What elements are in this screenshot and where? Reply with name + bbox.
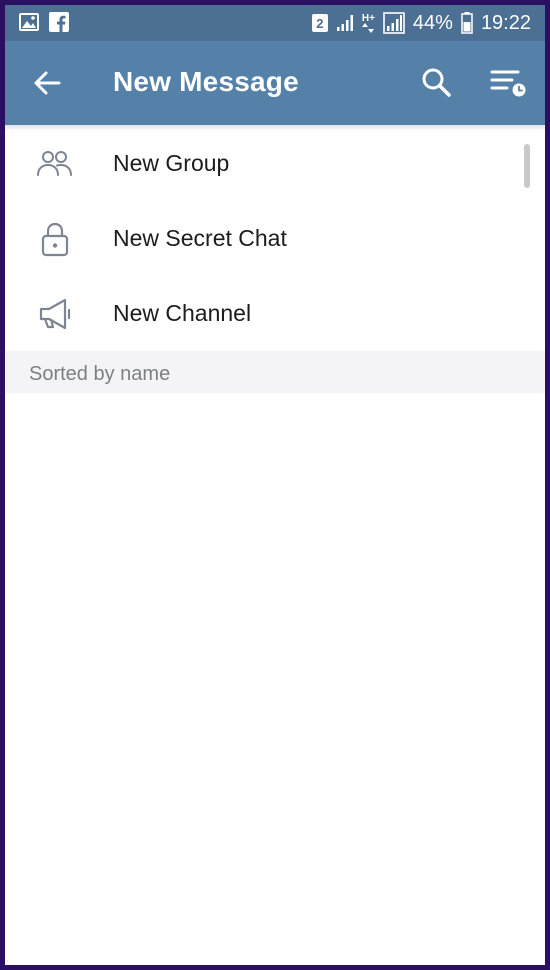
status-bar: 2 H+ 44% 19:22 [5, 5, 545, 41]
notification-icons [19, 12, 69, 32]
contacts-section-header: Sorted by name [5, 351, 545, 393]
search-icon[interactable] [419, 65, 453, 99]
menu-item-new-group[interactable]: New Group [5, 125, 545, 200]
clock: 19:22 [480, 11, 531, 34]
battery-percent: 44% [412, 11, 453, 34]
megaphone-icon [39, 298, 71, 330]
menu-item-label: New Channel [113, 300, 252, 326]
page-title: New Message [113, 66, 299, 97]
menu-item-label: New Secret Chat [113, 225, 287, 251]
menu-item-new-secret-chat[interactable]: New Secret Chat [5, 200, 545, 275]
network-type-indicator: H+ [361, 12, 375, 33]
section-header-label: Sorted by name [29, 363, 171, 385]
menu-item-label: New Group [113, 150, 230, 176]
facebook-icon [49, 12, 69, 32]
system-status: 2 H+ 44% 19:22 [311, 9, 531, 37]
sort-icon[interactable] [489, 65, 529, 101]
signal-icon [336, 15, 353, 31]
network-type-label: H+ [361, 12, 375, 24]
battery-icon [461, 12, 473, 34]
data-arrows-icon [362, 22, 375, 33]
back-arrow-icon[interactable] [31, 67, 63, 99]
scrollbar[interactable] [524, 144, 530, 188]
group-icon [37, 151, 72, 176]
toolbar: New Message [5, 41, 545, 125]
action-menu: New Group New Secret Chat New Channel [5, 125, 545, 350]
gallery-icon [19, 13, 39, 31]
signal-icon [383, 12, 405, 34]
lock-icon [41, 222, 69, 257]
sim-badge: 2 [311, 14, 328, 32]
phone-screen: 2 H+ 44% 19:22 New Message New Group New… [5, 5, 545, 965]
menu-item-new-channel[interactable]: New Channel [5, 275, 545, 350]
